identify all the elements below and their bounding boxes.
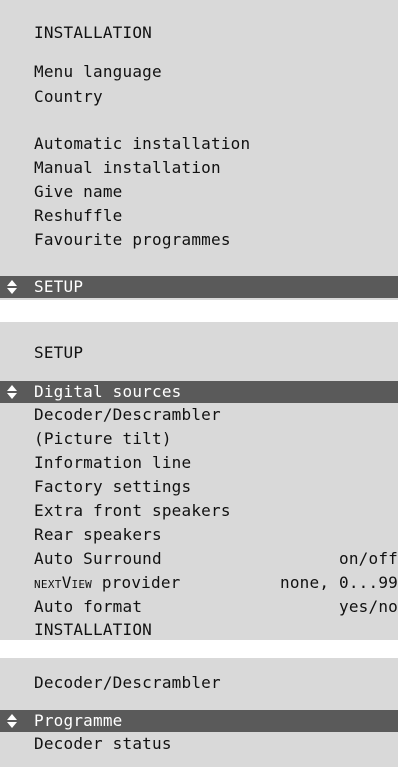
up-down-arrows-icon xyxy=(7,385,17,399)
menu-item-installation[interactable]: INSTALLATION xyxy=(34,620,398,640)
setup-menu-panel: SETUP Digital sources Decoder/Descramble… xyxy=(0,322,398,640)
menu-item-decoder-status[interactable]: Decoder status xyxy=(34,734,398,754)
menu-item-label: Auto format xyxy=(34,597,143,616)
up-down-arrows-icon xyxy=(7,280,17,294)
up-down-arrows-icon xyxy=(7,714,17,728)
menu-item-label: Decoder/Descrambler xyxy=(34,405,221,424)
menu-item-label: Rear speakers xyxy=(34,525,162,544)
menu-item-give-name[interactable]: Give name xyxy=(34,182,398,202)
menu-item-rear-speakers[interactable]: Rear speakers xyxy=(34,525,398,545)
menu-item-label: Factory settings xyxy=(34,477,192,496)
menu-item-digital-sources-highlighted[interactable]: Digital sources xyxy=(0,381,398,403)
menu-item-favourite-programmes[interactable]: Favourite programmes xyxy=(34,230,398,250)
menu-item-extra-front-speakers[interactable]: Extra front speakers xyxy=(34,501,398,521)
decoder-menu-title: Decoder/Descrambler xyxy=(34,673,221,692)
menu-item-factory-settings[interactable]: Factory settings xyxy=(34,477,398,497)
menu-item-label: Extra front speakers xyxy=(34,501,231,520)
menu-item-programme-highlighted[interactable]: Programme xyxy=(0,710,398,732)
menu-item-label: (Picture tilt) xyxy=(34,429,172,448)
menu-item-value: none, 0...99 xyxy=(280,573,398,592)
menu-item-auto-format[interactable]: Auto format yes/no xyxy=(34,597,398,617)
menu-item-reshuffle[interactable]: Reshuffle xyxy=(34,206,398,226)
menu-item-information-line[interactable]: Information line xyxy=(34,453,398,473)
menu-item-country[interactable]: Country xyxy=(34,87,398,107)
installation-menu-panel: INSTALLATION Menu language Country Autom… xyxy=(0,0,398,300)
menu-item-value: on/off xyxy=(339,549,398,568)
decoder-menu-panel: Decoder/Descrambler Programme Decoder st… xyxy=(0,658,398,767)
menu-item-manual-installation[interactable]: Manual installation xyxy=(34,158,398,178)
menu-item-programme-label: Programme xyxy=(34,711,123,730)
menu-item-auto-surround[interactable]: Auto Surround on/off xyxy=(34,549,398,569)
menu-item-setup-highlighted[interactable]: SETUP xyxy=(0,276,398,298)
menu-item-label: INSTALLATION xyxy=(34,620,152,639)
menu-item-setup-label: SETUP xyxy=(34,277,84,296)
installation-menu-title: INSTALLATION xyxy=(34,23,152,42)
menu-item-label: NEXTView provider xyxy=(34,573,181,592)
menu-item-label: Information line xyxy=(34,453,192,472)
setup-menu-title: SETUP xyxy=(34,343,84,362)
menu-item-menu-language[interactable]: Menu language xyxy=(34,62,398,82)
menu-item-value: yes/no xyxy=(339,597,398,616)
menu-item-digital-sources-label: Digital sources xyxy=(34,382,182,401)
menu-item-label: Auto Surround xyxy=(34,549,162,568)
menu-item-picture-tilt[interactable]: (Picture tilt) xyxy=(34,429,398,449)
menu-item-automatic-installation[interactable]: Automatic installation xyxy=(34,134,398,154)
menu-item-decoder-descrambler[interactable]: Decoder/Descrambler xyxy=(34,405,398,425)
menu-item-nextview-provider[interactable]: NEXTView provider none, 0...99 xyxy=(34,573,398,595)
